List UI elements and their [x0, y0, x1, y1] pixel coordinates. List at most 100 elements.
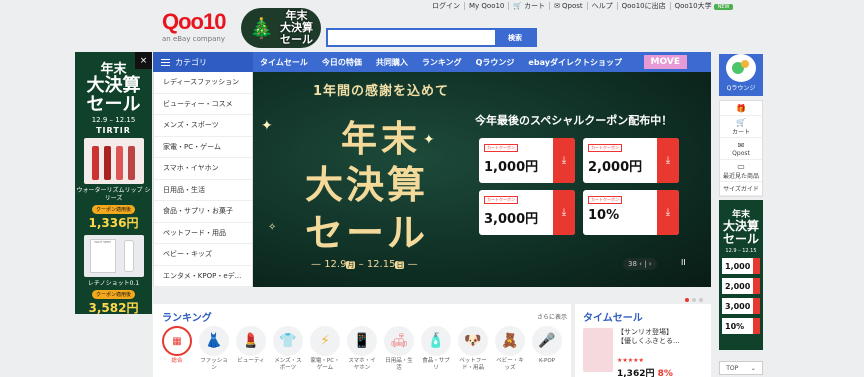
- timesale-product-desc[interactable]: 【サンリオ登場】 【優しくふきとる...: [617, 328, 680, 346]
- category-item[interactable]: ペットフード・用品: [154, 223, 252, 244]
- coupon-amount: 10%: [588, 208, 620, 223]
- right-ad-dates: 12.9 – 12.15: [725, 248, 757, 254]
- logo-text: Qoo10: [162, 9, 226, 34]
- coupon-card[interactable]: カートクーポン 1,000円 ⤓: [479, 138, 575, 183]
- myqoo10-link[interactable]: My Qoo10: [465, 2, 510, 10]
- ranking-tab-beauty[interactable]: 💄 ビューティ: [235, 326, 267, 372]
- qlounge-button[interactable]: Qラウンジ: [719, 54, 763, 96]
- category-item[interactable]: メンズ・スポーツ: [154, 115, 252, 137]
- search-button[interactable]: 検索: [495, 30, 535, 45]
- banner-dot[interactable]: [692, 298, 696, 302]
- coupon-tag: カートクーポン: [484, 196, 518, 204]
- quick-cart[interactable]: 🛒 カート: [720, 116, 762, 138]
- login-link[interactable]: ログイン: [428, 2, 465, 10]
- nav-ranking[interactable]: ランキング: [415, 57, 469, 68]
- ranking-tab-phone[interactable]: 📱 スマホ・イヤホン: [346, 326, 378, 372]
- banner-carousel-control[interactable]: 38 ‹ | ›: [623, 258, 657, 270]
- nav-today-deal[interactable]: 今日の特価: [315, 57, 369, 68]
- banner-arc-text: 1年間の感謝を込めて: [313, 84, 450, 99]
- scroll-top-button[interactable]: TOP ⌄: [719, 361, 763, 375]
- site-logo[interactable]: Qoo10 an eBay company: [162, 10, 242, 48]
- quick-recent[interactable]: ▭ 最近見た商品: [720, 160, 762, 182]
- christmas-tree-icon: 🎄: [249, 16, 274, 40]
- pause-button[interactable]: II: [681, 258, 686, 267]
- category-item[interactable]: レディースファッション: [154, 72, 252, 94]
- qlounge-bubble: [741, 60, 749, 68]
- ranking-more-link[interactable]: さらに表示: [537, 312, 567, 321]
- left-ad-banner[interactable]: × 年末 大決算 セール 12.9 – 12.15 TIRTIR ウォーターリズ…: [75, 52, 152, 315]
- left-ad-title3: セール: [86, 94, 141, 115]
- nav-move[interactable]: MOVE: [643, 55, 687, 69]
- ranking-tab-baby[interactable]: 🧸 ベビー・キッズ: [494, 326, 526, 372]
- lip-product-image: [83, 138, 144, 184]
- nav-timesale[interactable]: タイムセール: [253, 57, 315, 68]
- left-ad-product2: レチノショット0.1: [87, 280, 140, 287]
- timesale-price: 1,362円 8%: [617, 369, 673, 377]
- dog-icon: 🐶: [458, 326, 488, 356]
- quick-size-guide[interactable]: サイズガイド: [720, 182, 762, 196]
- coupon-card[interactable]: カートクーポン 3,000円 ⤓: [479, 190, 575, 235]
- download-icon[interactable]: ⤓: [657, 138, 679, 183]
- sparkle-icon: ✧: [268, 222, 277, 233]
- cart-icon: 🛒: [736, 117, 746, 127]
- right-ad-banner[interactable]: 年末 大決算 セール 12.9 – 12.15 1,000 2,000 3,00…: [719, 200, 763, 350]
- download-icon[interactable]: ⤓: [553, 138, 575, 183]
- banner-dates: — 12.9月 – 12.15日 —: [311, 259, 418, 270]
- ranking-tab-food[interactable]: 🧴 食品・サプリ: [420, 326, 452, 372]
- main-banner[interactable]: ✦ ✦ ✧ 1年間の感謝を込めて 年末 大決算 セール — 12.9月 – 12…: [253, 72, 711, 287]
- qoo10-univ-link[interactable]: Qoo10大学 NEW: [671, 2, 738, 11]
- nav-qlounge[interactable]: Qラウンジ: [469, 57, 522, 68]
- sparkle-icon: ✦: [261, 118, 273, 134]
- ranking-tab-fashion[interactable]: 👗 ファッション: [198, 326, 230, 372]
- category-item[interactable]: ベビー・キッズ: [154, 244, 252, 266]
- coupon-card[interactable]: カートクーポン 2,000円 ⤓: [583, 138, 679, 183]
- quick-qpost[interactable]: ✉ Qpost: [720, 138, 762, 160]
- promo-badge[interactable]: 🎄 年末 大決算 セール: [241, 8, 321, 48]
- dress-icon: 👗: [199, 326, 229, 356]
- coupon-tag: カートクーポン: [484, 144, 518, 152]
- ranking-tab-kpop[interactable]: 🎤 K-POP: [531, 326, 563, 372]
- banner-dot[interactable]: [685, 298, 689, 302]
- nav-group-buy[interactable]: 共同購入: [369, 57, 415, 68]
- right-ad-title3: セール: [722, 232, 759, 246]
- ranking-tab-pet[interactable]: 🐶 ペットフード・用品: [457, 326, 489, 372]
- category-item[interactable]: 食品・サプリ・お菓子: [154, 201, 252, 223]
- coupon-card[interactable]: カートクーポン 10% ⤓: [583, 190, 679, 235]
- ranking-tab-electronics[interactable]: ⚡ 家電・PC・ゲーム: [309, 326, 341, 372]
- ranking-tab-living[interactable]: 🛋 日用品・生活: [383, 326, 415, 372]
- category-item[interactable]: ビューティー・コスメ: [154, 94, 252, 115]
- search-input[interactable]: [328, 30, 495, 45]
- timesale-product-image[interactable]: [583, 328, 613, 372]
- close-ad-button[interactable]: ×: [135, 52, 152, 69]
- left-ad-price2: 3,582円: [88, 301, 139, 315]
- category-item[interactable]: エンタメ・KPOP・eデ...: [154, 266, 252, 287]
- coupon-amount: 1,000円: [484, 160, 539, 175]
- all-icon: ▦: [162, 326, 192, 356]
- category-item[interactable]: スマホ・イヤホン: [154, 158, 252, 180]
- help-link[interactable]: ヘルプ: [588, 2, 618, 10]
- mail-icon: ✉: [554, 2, 560, 10]
- seller-link[interactable]: Qoo10に出店: [618, 2, 671, 10]
- download-icon[interactable]: ⤓: [657, 190, 679, 235]
- product-box-image: TOUT VERT: [89, 239, 116, 273]
- qpost-link[interactable]: ✉ Qpost: [550, 2, 588, 10]
- right-sidebar: Qラウンジ 🎁 🛒 カート ✉ Qpost ▭ 最近見た商品 サイズガイド: [719, 52, 763, 197]
- category-item[interactable]: 日用品・生活: [154, 180, 252, 201]
- category-item[interactable]: 家電・PC・ゲーム: [154, 137, 252, 158]
- gift-icon[interactable]: 🎁: [720, 101, 762, 116]
- chevron-left-icon[interactable]: ‹: [639, 260, 642, 268]
- download-icon[interactable]: ⤓: [553, 190, 575, 235]
- baby-clothes-icon: 🧸: [495, 326, 525, 356]
- banner-dot[interactable]: [699, 298, 703, 302]
- left-ad-brand: TIRTIR: [96, 126, 131, 135]
- right-ad-coupon: 3,000: [722, 298, 760, 314]
- banner-headline: 今年最後のスペシャルクーポン配布中！: [475, 114, 673, 127]
- chevron-right-icon[interactable]: ›: [649, 260, 652, 268]
- cart-link[interactable]: 🛒 カート: [509, 2, 551, 10]
- ranking-tab-mens[interactable]: 👕 メンズ・スポーツ: [272, 326, 304, 372]
- category-menu-button[interactable]: カテゴリ: [153, 52, 253, 72]
- nav-ebay-direct[interactable]: ebayダイレクトショップ: [521, 57, 629, 68]
- sparkle-icon: ✦: [423, 132, 435, 148]
- ranking-tab-all[interactable]: ▦ 総合: [161, 326, 193, 372]
- right-ad-coupon: 2,000: [722, 278, 760, 294]
